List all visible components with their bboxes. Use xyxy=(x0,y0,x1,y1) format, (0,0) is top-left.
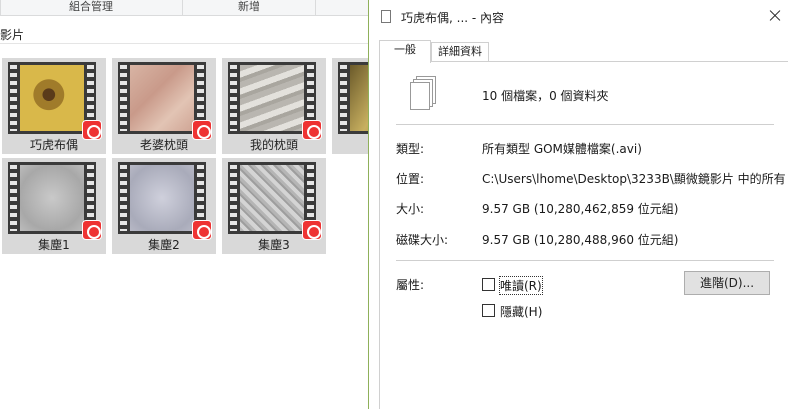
file-name: 集塵1 xyxy=(38,238,70,252)
file-item[interactable]: 集塵1 xyxy=(2,158,106,254)
readonly-label[interactable]: 唯讀(R) xyxy=(499,276,543,295)
tab-details[interactable]: 詳細資料 xyxy=(431,42,489,62)
video-thumbnail xyxy=(228,162,322,240)
address-text: 影片 xyxy=(0,28,25,42)
divider xyxy=(396,124,774,125)
video-thumbnail xyxy=(8,162,102,240)
size-value: 9.57 GB (10,280,462,859 位元組) xyxy=(482,202,679,216)
file-name: 集塵3 xyxy=(258,238,290,252)
tab-bar: 一般 詳細資料 xyxy=(379,40,779,63)
tab-general[interactable]: 一般 xyxy=(379,40,431,63)
location-value: C:\Users\lhome\Desktop\3233B\顯微鏡影片 中的所有 xyxy=(482,172,786,186)
multiple-files-icon xyxy=(410,76,438,112)
ribbon-separator xyxy=(315,0,316,16)
file-count-summary: 10 個檔案，0 個資料夾 xyxy=(482,89,609,103)
file-item[interactable]: 老婆枕頭 xyxy=(112,58,216,154)
video-thumbnail xyxy=(8,62,102,140)
ribbon-group-new[interactable]: 新增 xyxy=(183,0,315,16)
type-label: 類型: xyxy=(396,142,425,156)
size-label: 大小: xyxy=(396,202,425,216)
hidden-label[interactable]: 隱藏(H) xyxy=(500,303,542,320)
video-thumbnail xyxy=(228,62,322,140)
type-value: 所有類型 GOM媒體檔案(.avi) xyxy=(482,142,642,156)
file-name: 巧虎布偶 xyxy=(29,138,78,152)
file-item[interactable]: 我的枕頭 xyxy=(222,58,326,154)
file-name: 我的枕頭 xyxy=(249,138,298,152)
file-item[interactable]: 集塵2 xyxy=(112,158,216,254)
file-item[interactable] xyxy=(332,58,368,154)
address-bar[interactable]: 影片 xyxy=(0,24,380,44)
attributes-label: 屬性: xyxy=(396,278,425,292)
general-panel: 10 個檔案，0 個資料夾 類型: 所有類型 GOM媒體檔案(.avi) 位置:… xyxy=(379,61,788,409)
location-label: 位置: xyxy=(396,172,425,186)
video-thumbnail xyxy=(118,62,212,140)
dialog-title: 巧虎布偶, ... - 內容 xyxy=(401,11,505,25)
disk-size-value: 9.57 GB (10,280,488,960 位元組) xyxy=(482,233,679,247)
title-bar[interactable]: 巧虎布偶, ... - 內容 xyxy=(369,0,788,32)
disk-size-label: 磁碟大小: xyxy=(396,233,449,247)
hidden-checkbox[interactable] xyxy=(482,304,495,317)
close-icon[interactable] xyxy=(763,4,787,28)
video-thumbnail xyxy=(118,162,212,240)
properties-dialog: 巧虎布偶, ... - 內容 一般 詳細資料 10 個檔案，0 個資料夾 類型:… xyxy=(368,0,788,409)
file-item[interactable]: 集塵3 xyxy=(222,158,326,254)
divider xyxy=(396,260,774,261)
advanced-button[interactable]: 進階(D)... xyxy=(684,271,770,295)
video-thumbnail xyxy=(338,62,368,134)
file-name: 老婆枕頭 xyxy=(139,138,188,152)
file-item[interactable]: 巧虎布偶 xyxy=(2,58,106,154)
file-name: 集塵2 xyxy=(148,238,180,252)
ribbon-group-organize[interactable]: 組合管理 xyxy=(0,0,182,16)
document-icon xyxy=(381,10,391,23)
readonly-checkbox[interactable] xyxy=(482,278,495,291)
